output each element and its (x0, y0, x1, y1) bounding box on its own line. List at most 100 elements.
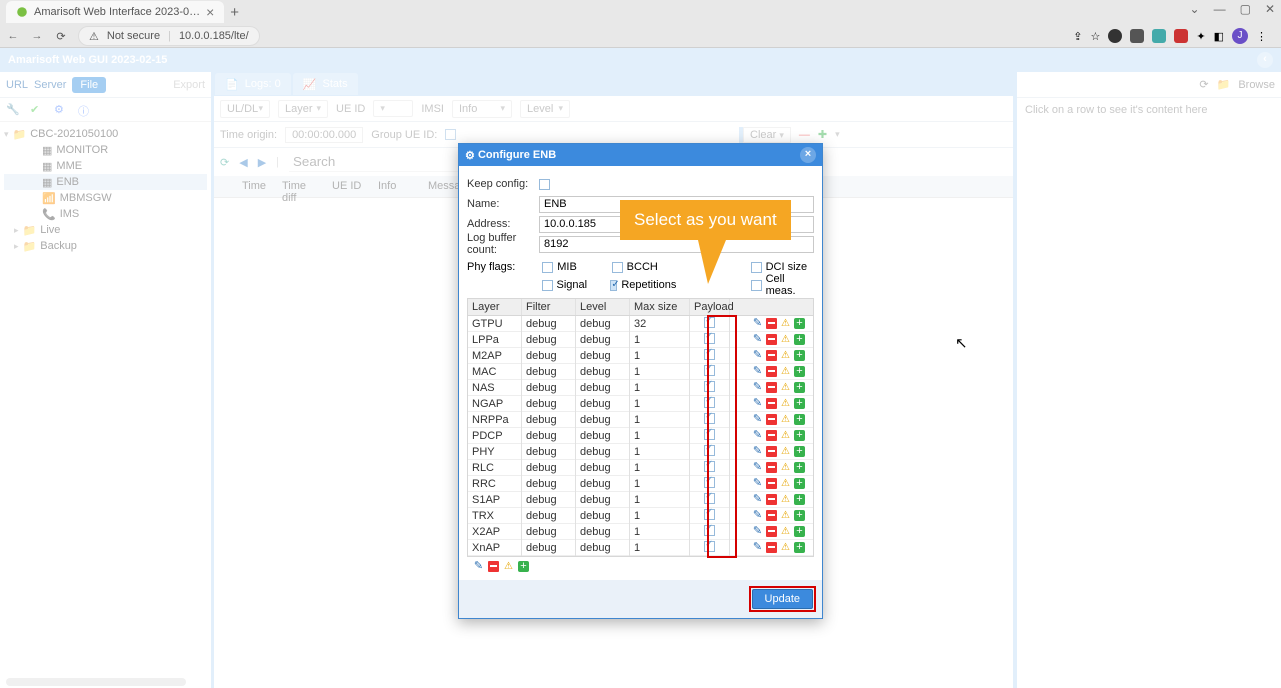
minus-icon[interactable]: — (799, 129, 810, 141)
row-add-icon[interactable] (794, 398, 805, 409)
row-edit-icon[interactable] (752, 414, 763, 425)
row-remove-icon[interactable] (766, 414, 777, 425)
row-remove-icon[interactable] (766, 366, 777, 377)
filter-info[interactable]: Info ▾ (452, 100, 512, 118)
row-edit-icon[interactable] (752, 526, 763, 537)
remove-icon[interactable] (488, 561, 499, 572)
row-edit-icon[interactable] (752, 462, 763, 473)
grid-row[interactable]: LPPadebugdebug1 (468, 332, 813, 348)
filter-layer[interactable]: Layer ▾ (278, 100, 328, 118)
tree-node-mme[interactable]: ▦MME (4, 158, 207, 174)
payload-checkbox[interactable] (704, 397, 715, 408)
payload-checkbox[interactable] (704, 445, 715, 456)
row-edit-icon[interactable] (752, 446, 763, 457)
keep-checkbox[interactable] (539, 179, 550, 190)
filter-level[interactable]: Level ▾ (520, 100, 570, 118)
payload-checkbox[interactable] (704, 493, 715, 504)
payload-checkbox[interactable] (704, 317, 715, 328)
grid-row[interactable]: M2APdebugdebug1 (468, 348, 813, 364)
row-warn-icon[interactable] (780, 398, 791, 409)
scrollbar[interactable] (6, 678, 186, 686)
mib-checkbox[interactable] (542, 262, 553, 273)
row-remove-icon[interactable] (766, 542, 777, 553)
time-origin-value[interactable]: 00:00:00.000 (285, 127, 363, 143)
grid-row[interactable]: MACdebugdebug1 (468, 364, 813, 380)
row-add-icon[interactable] (794, 382, 805, 393)
tab-logs[interactable]: 📄Logs: 0 (215, 73, 291, 95)
info-icon[interactable]: ⓘ (78, 103, 92, 117)
row-warn-icon[interactable] (780, 382, 791, 393)
row-remove-icon[interactable] (766, 318, 777, 329)
user-avatar[interactable]: J (1232, 28, 1248, 44)
row-remove-icon[interactable] (766, 462, 777, 473)
row-add-icon[interactable] (794, 542, 805, 553)
row-edit-icon[interactable] (752, 318, 763, 329)
row-edit-icon[interactable] (752, 494, 763, 505)
grid-row[interactable]: PDCPdebugdebug1 (468, 428, 813, 444)
profile-icon[interactable]: ◧ (1214, 30, 1224, 43)
payload-checkbox[interactable] (704, 333, 715, 344)
row-add-icon[interactable] (794, 494, 805, 505)
row-remove-icon[interactable] (766, 510, 777, 521)
update-button[interactable]: Update (752, 589, 813, 609)
row-add-icon[interactable] (794, 414, 805, 425)
row-edit-icon[interactable] (752, 382, 763, 393)
row-warn-icon[interactable] (780, 334, 791, 345)
payload-checkbox[interactable] (704, 429, 715, 440)
grid-row[interactable]: TRXdebugdebug1 (468, 508, 813, 524)
extensions-icon[interactable]: ✦ (1196, 30, 1205, 43)
row-add-icon[interactable] (794, 462, 805, 473)
row-warn-icon[interactable] (780, 462, 791, 473)
warn-icon[interactable] (503, 561, 514, 572)
payload-checkbox[interactable] (704, 349, 715, 360)
tab-file[interactable]: File (72, 77, 106, 93)
row-edit-icon[interactable] (752, 510, 763, 521)
tree-leaf[interactable]: ▸📁Backup (4, 238, 207, 254)
row-add-icon[interactable] (794, 478, 805, 489)
collapse-left-icon[interactable]: ‹ (1257, 52, 1273, 68)
grid-row[interactable]: RLCdebugdebug1 (468, 460, 813, 476)
row-warn-icon[interactable] (780, 510, 791, 521)
row-warn-icon[interactable] (780, 366, 791, 377)
payload-checkbox[interactable] (704, 461, 715, 472)
tab-url[interactable]: URL (6, 79, 28, 91)
tree-node-enb[interactable]: ▦ENB (4, 174, 207, 190)
grid-row[interactable]: RRCdebugdebug1 (468, 476, 813, 492)
address-bar[interactable]: ⚠ Not secure | 10.0.0.185/lte/ (78, 26, 260, 46)
add-icon[interactable] (518, 561, 529, 572)
row-add-icon[interactable] (794, 366, 805, 377)
payload-checkbox[interactable] (704, 365, 715, 376)
dialog-header[interactable]: ⚙ Configure ENB × (459, 144, 822, 166)
row-warn-icon[interactable] (780, 478, 791, 489)
edit-icon[interactable] (473, 561, 484, 572)
reload-button[interactable]: ⟳ (54, 30, 68, 43)
row-edit-icon[interactable] (752, 478, 763, 489)
row-warn-icon[interactable] (780, 414, 791, 425)
grid-row[interactable]: XnAPdebugdebug1 (468, 540, 813, 556)
tab-stats[interactable]: 📈Stats (293, 73, 358, 95)
row-edit-icon[interactable] (752, 350, 763, 361)
row-edit-icon[interactable] (752, 366, 763, 377)
tab-server[interactable]: Server (34, 79, 66, 91)
row-warn-icon[interactable] (780, 446, 791, 457)
row-add-icon[interactable] (794, 446, 805, 457)
detail-refresh-icon[interactable]: ⟳ (1199, 78, 1208, 91)
payload-checkbox[interactable] (704, 477, 715, 488)
row-add-icon[interactable] (794, 430, 805, 441)
row-edit-icon[interactable] (752, 430, 763, 441)
row-warn-icon[interactable] (780, 430, 791, 441)
filter-ueid[interactable]: ▾ (373, 100, 413, 117)
extension-icon[interactable] (1174, 29, 1188, 43)
dialog-close-icon[interactable]: × (800, 147, 816, 163)
grid-row[interactable]: NRPPadebugdebug1 (468, 412, 813, 428)
row-add-icon[interactable] (794, 334, 805, 345)
new-tab-button[interactable]: + (230, 4, 239, 21)
row-remove-icon[interactable] (766, 478, 777, 489)
payload-checkbox[interactable] (704, 509, 715, 520)
back-button[interactable]: ← (6, 30, 20, 42)
minimize-icon[interactable]: — (1214, 2, 1226, 16)
payload-checkbox[interactable] (704, 381, 715, 392)
tab-close-icon[interactable]: × (206, 4, 214, 20)
tab-export[interactable]: Export (173, 79, 205, 91)
sync-icon[interactable]: ✔ (30, 103, 44, 117)
